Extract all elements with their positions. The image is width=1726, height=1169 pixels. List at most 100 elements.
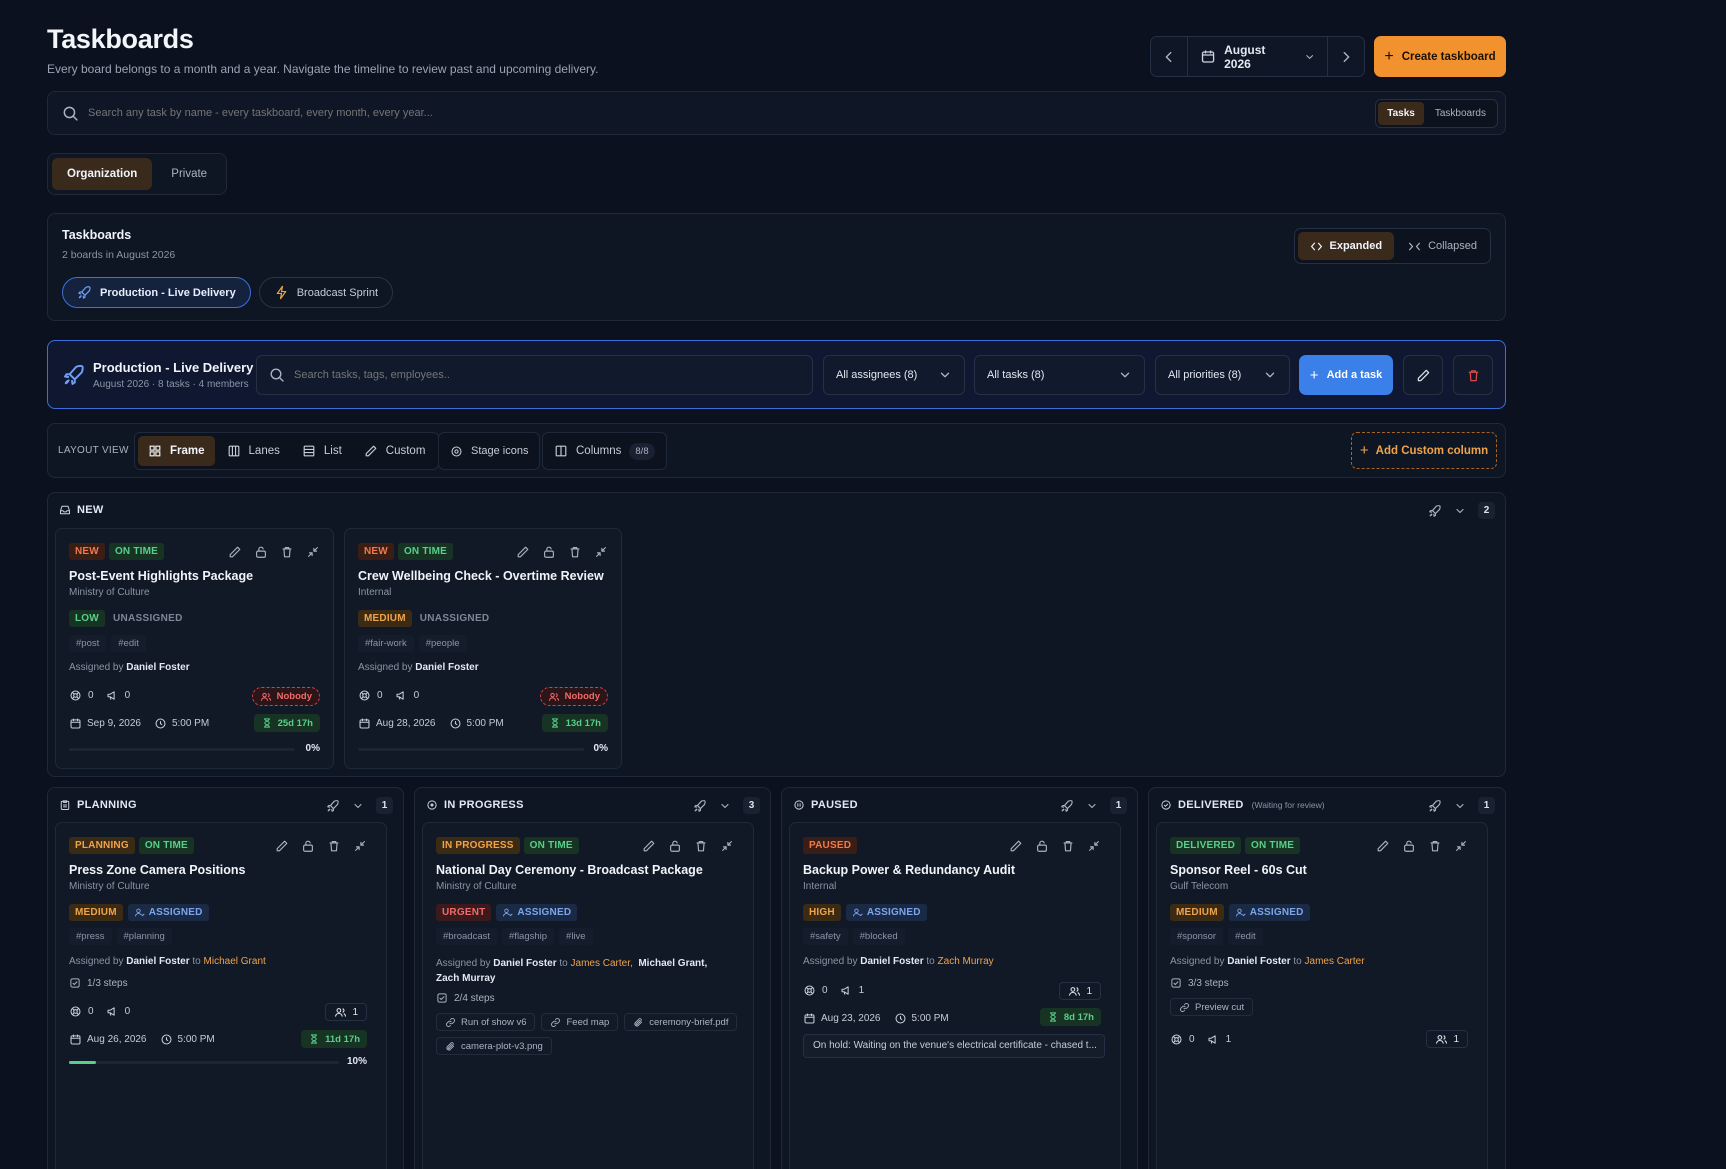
- view-lanes[interactable]: Lanes: [217, 436, 290, 466]
- lock-icon[interactable]: [668, 839, 682, 853]
- board-search-input[interactable]: [294, 369, 812, 381]
- next-month-button[interactable]: [1327, 37, 1364, 76]
- tag[interactable]: #post: [69, 635, 107, 652]
- column-subtitle: (Waiting for review): [1251, 800, 1325, 810]
- code-brackets-icon: [1310, 242, 1322, 250]
- columns-toggle[interactable]: Columns 8/8: [542, 432, 667, 470]
- assignee-name[interactable]: Zach Murray: [436, 973, 495, 984]
- search-scope-taskboards[interactable]: Taskboards: [1426, 102, 1495, 125]
- lock-icon[interactable]: [254, 545, 268, 559]
- tag[interactable]: #planning: [116, 928, 172, 945]
- attachment-link[interactable]: Run of show v6: [436, 1013, 536, 1031]
- pencil-icon: [364, 444, 378, 458]
- collapse-icon[interactable]: [720, 839, 734, 853]
- priority-badge: MEDIUM: [358, 610, 412, 627]
- chevron-down-icon[interactable]: [1454, 505, 1466, 517]
- attachment-file[interactable]: ceremony-brief.pdf: [624, 1013, 738, 1031]
- task-card[interactable]: PLANNING ON TIME Press Zone Camera Posit…: [55, 822, 387, 1169]
- tag[interactable]: #safety: [803, 928, 848, 945]
- tag[interactable]: #flagship: [502, 928, 555, 945]
- attachment-link[interactable]: Feed map: [541, 1013, 619, 1031]
- assignee-name[interactable]: James Carter,: [571, 958, 633, 969]
- rocket-icon[interactable]: [326, 799, 340, 813]
- rocket-icon[interactable]: [1428, 799, 1442, 813]
- pencil-icon[interactable]: [642, 839, 656, 853]
- collapse-icon[interactable]: [594, 545, 608, 559]
- trash-icon[interactable]: [280, 545, 294, 559]
- month-picker[interactable]: August 2026: [1188, 37, 1327, 76]
- tag[interactable]: #press: [69, 928, 112, 945]
- tab-private[interactable]: Private: [156, 158, 222, 190]
- lock-icon[interactable]: [1035, 839, 1049, 853]
- chevron-down-icon[interactable]: [1086, 800, 1098, 812]
- prev-month-button[interactable]: [1151, 37, 1188, 76]
- add-custom-column-button[interactable]: + Add Custom column: [1351, 432, 1497, 469]
- tag[interactable]: #edit: [111, 635, 146, 652]
- create-taskboard-button[interactable]: + Create taskboard: [1374, 36, 1506, 77]
- board-chip-broadcast[interactable]: Broadcast Sprint: [258, 277, 394, 308]
- pencil-icon[interactable]: [516, 545, 530, 559]
- attachment-file[interactable]: camera-plot-v3.png: [436, 1037, 552, 1055]
- tab-organization[interactable]: Organization: [52, 158, 153, 190]
- column-count: 2: [1478, 502, 1495, 519]
- tag[interactable]: #fair-work: [358, 635, 414, 652]
- rocket-icon[interactable]: [693, 799, 707, 813]
- lock-icon[interactable]: [1402, 839, 1416, 853]
- rocket-icon[interactable]: [1428, 504, 1442, 518]
- lock-icon[interactable]: [542, 545, 556, 559]
- board-chip-production[interactable]: Production - Live Delivery: [62, 277, 251, 308]
- assignee-filter[interactable]: All assignees (8): [823, 355, 965, 395]
- edit-board-button[interactable]: [1403, 355, 1443, 395]
- stage-icons-toggle[interactable]: Stage icons: [438, 432, 541, 470]
- assignee-name[interactable]: James Carter: [1305, 956, 1365, 967]
- add-task-button[interactable]: + Add a task: [1299, 355, 1393, 395]
- trash-icon[interactable]: [1061, 839, 1075, 853]
- chevron-down-icon[interactable]: [719, 800, 731, 812]
- chevron-down-icon[interactable]: [352, 800, 364, 812]
- pencil-icon[interactable]: [1009, 839, 1023, 853]
- search-scope-tasks[interactable]: Tasks: [1378, 101, 1424, 125]
- priority-filter[interactable]: All priorities (8): [1155, 355, 1290, 395]
- task-card[interactable]: NEW ON TIME Crew Wellbeing Check - Overt…: [344, 528, 622, 769]
- tag[interactable]: #people: [418, 635, 467, 652]
- assignee-name[interactable]: Michael Grant,: [638, 958, 707, 969]
- tag[interactable]: #live: [559, 928, 593, 945]
- collapse-icon[interactable]: [1087, 839, 1101, 853]
- task-filter[interactable]: All tasks (8): [974, 355, 1145, 395]
- pencil-icon[interactable]: [228, 545, 242, 559]
- view-frame[interactable]: Frame: [138, 436, 215, 466]
- collapse-icon[interactable]: [1454, 839, 1468, 853]
- task-card[interactable]: DELIVERED ON TIME Sponsor Reel - 60s Cut…: [1156, 822, 1488, 1169]
- view-list[interactable]: List: [292, 436, 352, 466]
- trash-icon[interactable]: [568, 545, 582, 559]
- view-expanded-button[interactable]: Expanded: [1297, 232, 1395, 260]
- tag[interactable]: #edit: [1228, 928, 1263, 945]
- lock-icon[interactable]: [301, 839, 315, 853]
- collapse-icon[interactable]: [306, 545, 320, 559]
- delete-board-button[interactable]: [1453, 355, 1493, 395]
- card-priority-row: URGENT ASSIGNED: [436, 904, 578, 921]
- tag[interactable]: #broadcast: [436, 928, 498, 945]
- task-card[interactable]: NEW ON TIME Post-Event Highlights Packag…: [55, 528, 334, 769]
- trash-icon[interactable]: [327, 839, 341, 853]
- view-collapsed-button[interactable]: Collapsed: [1398, 232, 1487, 260]
- tag[interactable]: #sponsor: [1170, 928, 1224, 945]
- chevron-down-icon[interactable]: [1454, 800, 1466, 812]
- column-count: 1: [1110, 797, 1127, 814]
- pencil-icon[interactable]: [1376, 839, 1390, 853]
- assignment-status: UNASSIGNED: [419, 613, 490, 624]
- task-card[interactable]: IN PROGRESS ON TIME National Day Ceremon…: [422, 822, 754, 1169]
- assignee-name[interactable]: Michael Grant: [204, 956, 266, 967]
- task-card[interactable]: PAUSED Backup Power & Redundancy Audit I…: [789, 822, 1121, 1169]
- collapse-icon[interactable]: [353, 839, 367, 853]
- pencil-icon[interactable]: [275, 839, 289, 853]
- assignee-name[interactable]: Zach Murray: [938, 956, 994, 967]
- view-custom[interactable]: Custom: [354, 436, 436, 466]
- assigned-by-prefix: Assigned by: [803, 956, 858, 967]
- trash-icon[interactable]: [694, 839, 708, 853]
- tag[interactable]: #blocked: [852, 928, 905, 945]
- rocket-icon[interactable]: [1060, 799, 1074, 813]
- attachment-link[interactable]: Preview cut: [1170, 998, 1254, 1016]
- global-search-input[interactable]: [88, 107, 1376, 119]
- trash-icon[interactable]: [1428, 839, 1442, 853]
